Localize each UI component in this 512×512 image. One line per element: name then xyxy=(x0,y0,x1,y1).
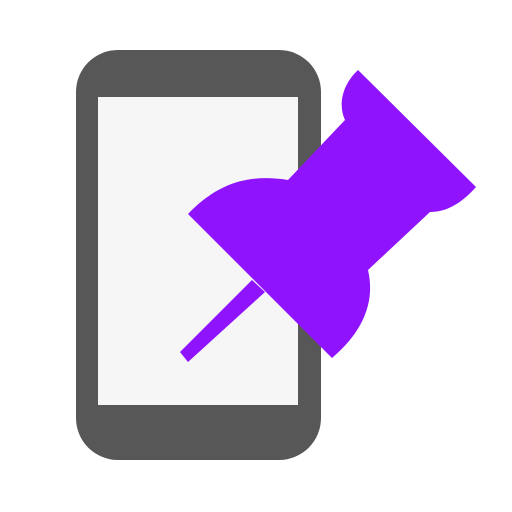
pin-to-phone-icon-canvas xyxy=(0,0,512,512)
pin-to-phone-icon xyxy=(76,50,476,460)
